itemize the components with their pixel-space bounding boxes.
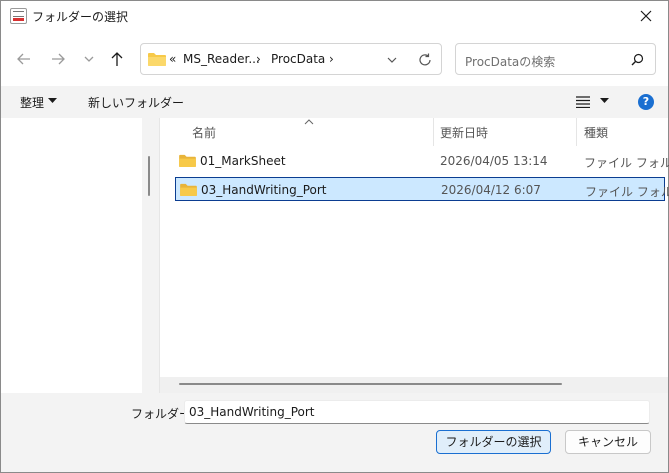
navigation-pane-scrollbar[interactable] bbox=[148, 156, 150, 196]
file-row-03-handwriting-port[interactable]: 03_HandWriting_Port 2026/04/12 6:07 ファイル… bbox=[175, 177, 669, 201]
search-placeholder: ProcDataの検索 bbox=[465, 55, 556, 69]
organize-button[interactable]: 整理 bbox=[20, 94, 44, 111]
select-folder-button[interactable]: フォルダーの選択 bbox=[436, 430, 551, 454]
folder-name-value: 03_HandWriting_Port bbox=[189, 405, 315, 419]
folder-picker-dialog: フォルダーの選択 « MS_Reader... › ProcData › Pro… bbox=[0, 0, 669, 473]
column-header-type[interactable]: 種類 bbox=[584, 124, 608, 141]
column-header-modified[interactable]: 更新日時 bbox=[440, 124, 488, 141]
folder-icon bbox=[180, 183, 197, 196]
navigation-pane[interactable] bbox=[1, 118, 142, 393]
close-icon bbox=[640, 10, 652, 22]
up-arrow-icon bbox=[111, 52, 123, 66]
title-bar: フォルダーの選択 bbox=[1, 1, 668, 32]
search-icon[interactable] bbox=[631, 53, 644, 66]
file-name: 01_MarkSheet bbox=[200, 154, 286, 168]
address-dropdown-icon[interactable] bbox=[386, 54, 398, 66]
app-icon bbox=[10, 8, 27, 24]
address-bar[interactable]: « MS_Reader... › ProcData › bbox=[140, 43, 442, 75]
window-title: フォルダーの選択 bbox=[32, 10, 129, 24]
cancel-button[interactable]: キャンセル bbox=[565, 430, 651, 454]
command-bar: 整理 新しいフォルダー ? bbox=[1, 86, 668, 118]
folder-icon bbox=[148, 53, 166, 66]
address-overflow[interactable]: « bbox=[169, 52, 176, 66]
column-separator[interactable] bbox=[576, 118, 577, 146]
organize-dropdown-icon[interactable] bbox=[48, 98, 57, 104]
folder-name-input[interactable]: 03_HandWriting_Port bbox=[184, 400, 650, 424]
file-type: ファイル フォルダー bbox=[585, 185, 669, 199]
sort-ascending-icon bbox=[304, 119, 314, 125]
view-dropdown-icon[interactable] bbox=[600, 98, 609, 104]
dialog-footer: フォルダー: 03_HandWriting_Port フォルダーの選択 キャンセ… bbox=[1, 393, 668, 472]
file-type: ファイル フォルダー bbox=[584, 156, 669, 170]
column-header-name[interactable]: 名前 bbox=[192, 124, 216, 141]
view-list-icon[interactable] bbox=[576, 96, 590, 108]
file-modified: 2026/04/12 6:07 bbox=[441, 183, 541, 197]
horizontal-scrollbar-thumb[interactable] bbox=[179, 383, 562, 385]
close-button[interactable] bbox=[624, 1, 668, 32]
column-separator[interactable] bbox=[433, 118, 434, 146]
refresh-icon[interactable] bbox=[417, 52, 433, 68]
breadcrumb-procdata[interactable]: ProcData bbox=[271, 52, 325, 66]
file-modified: 2026/04/05 13:14 bbox=[440, 154, 548, 168]
forward-button[interactable] bbox=[48, 49, 68, 69]
breadcrumb-separator[interactable]: › bbox=[256, 52, 261, 66]
help-button[interactable]: ? bbox=[638, 94, 654, 110]
navigation-bar: « MS_Reader... › ProcData › ProcDataの検索 bbox=[1, 32, 668, 86]
breadcrumb-ms-reader[interactable]: MS_Reader... bbox=[183, 52, 260, 66]
file-list: 名前 更新日時 種類 01_MarkSheet 2026/04/05 13:14… bbox=[160, 118, 669, 393]
forward-arrow-icon bbox=[52, 53, 65, 65]
up-button[interactable] bbox=[107, 49, 127, 69]
back-button[interactable] bbox=[14, 49, 34, 69]
breadcrumb-separator[interactable]: › bbox=[329, 52, 334, 66]
horizontal-scrollbar-track[interactable] bbox=[160, 377, 668, 393]
file-row-01-marksheet[interactable]: 01_MarkSheet 2026/04/05 13:14 ファイル フォルダー bbox=[175, 149, 669, 173]
chevron-down-icon bbox=[84, 56, 94, 62]
file-name: 03_HandWriting_Port bbox=[201, 183, 327, 197]
folder-icon bbox=[179, 154, 196, 167]
back-arrow-icon bbox=[17, 53, 30, 65]
search-box[interactable]: ProcDataの検索 bbox=[455, 43, 656, 75]
recent-locations-button[interactable] bbox=[79, 49, 99, 69]
new-folder-button[interactable]: 新しいフォルダー bbox=[88, 94, 184, 111]
